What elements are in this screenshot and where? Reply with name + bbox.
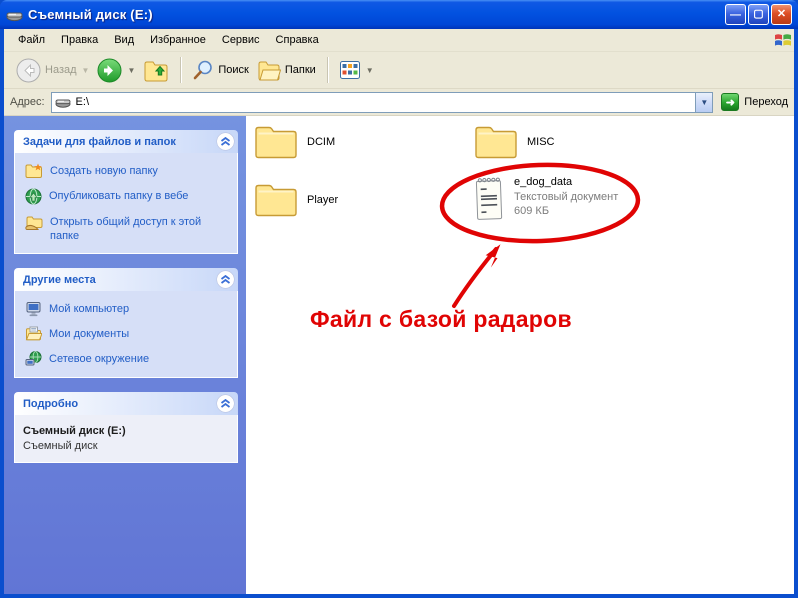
annotation-text: Файл с базой радаров [310, 306, 572, 332]
text-document-icon [473, 175, 505, 222]
panel-details: Подробно Съемный диск (E:) Съемный диск [14, 392, 238, 463]
menu-help[interactable]: Справка [268, 31, 327, 49]
folder-icon [254, 124, 298, 159]
new-folder-icon [25, 163, 43, 178]
menu-bar: Файл Правка Вид Избранное Сервис Справка [4, 29, 794, 52]
chevron-up-icon[interactable] [217, 133, 234, 150]
folders-button[interactable]: Папки [253, 57, 320, 83]
forward-button[interactable]: ▼ [93, 56, 139, 85]
removable-disk-icon [6, 8, 23, 22]
my-computer-icon [25, 301, 42, 317]
place-label: Мои документы [49, 328, 130, 341]
window-title: Съемный диск (E:) [28, 7, 153, 22]
menu-view[interactable]: Вид [106, 31, 142, 49]
task-label: Открыть общий доступ к этой папке [50, 215, 202, 242]
task-label: Создать новую папку [50, 165, 158, 177]
menu-file[interactable]: Файл [10, 31, 53, 49]
search-label: Поиск [218, 64, 249, 76]
go-button[interactable]: ➜ Переход [721, 93, 788, 111]
panel-other-places-header[interactable]: Другие места [14, 268, 238, 292]
folder-tile-player[interactable]: Player [254, 182, 469, 217]
panel-title: Подробно [23, 397, 79, 410]
folder-tile-misc[interactable]: MISC [474, 124, 689, 159]
title-bar: Съемный диск (E:) — ▢ ✕ [0, 0, 798, 29]
views-dropdown-icon[interactable]: ▼ [366, 66, 374, 75]
content-area: Задачи для файлов и папок Создать новую … [4, 116, 794, 594]
folders-label: Папки [284, 64, 316, 76]
place-label: Мой компьютер [49, 303, 130, 316]
folder-name: MISC [527, 135, 555, 148]
address-label: Адрес: [10, 96, 45, 108]
address-dropdown-button[interactable]: ▼ [695, 92, 713, 112]
menu-favorites[interactable]: Избранное [142, 31, 214, 49]
task-share-folder[interactable]: Открыть общий доступ к этой папке [25, 214, 231, 244]
folder-icon [474, 124, 518, 159]
back-label: Назад [45, 64, 77, 76]
my-documents-icon [25, 326, 42, 341]
removable-disk-icon [55, 96, 71, 108]
forward-dropdown-icon[interactable]: ▼ [127, 66, 135, 75]
link-network-places[interactable]: Сетевое окружение [25, 351, 231, 367]
file-size: 609 КБ [514, 205, 550, 218]
place-label: Сетевое окружение [49, 353, 150, 365]
network-icon [25, 351, 42, 367]
folders-icon [257, 59, 281, 81]
back-icon [16, 58, 41, 83]
toolbar-separator [180, 57, 182, 83]
panel-title: Задачи для файлов и папок [23, 135, 176, 148]
details-title: Съемный диск (E:) [23, 425, 126, 437]
address-bar: Адрес: E:\ ▼ ➜ Переход [4, 89, 794, 116]
file-name: e_dog_data [514, 176, 573, 188]
annotation-arrowhead [485, 244, 501, 268]
folder-name: Player [307, 193, 339, 206]
go-arrow-icon: ➜ [721, 93, 740, 111]
up-button[interactable] [139, 56, 173, 84]
details-subtitle: Съемный диск [23, 440, 98, 452]
task-label: Опубликовать папку в вебе [49, 189, 189, 202]
task-publish-web[interactable]: Опубликовать папку в вебе [25, 188, 231, 205]
folder-up-icon [143, 58, 169, 82]
views-button[interactable]: ▼ [335, 58, 378, 82]
address-value: E:\ [75, 96, 89, 108]
views-icon [339, 60, 361, 80]
windows-logo-icon [774, 31, 792, 49]
address-combo[interactable]: E:\ ▼ [50, 91, 714, 113]
chevron-up-icon[interactable] [217, 271, 234, 289]
panel-details-header[interactable]: Подробно [14, 392, 238, 415]
search-button[interactable]: Поиск [188, 57, 252, 83]
toolbar-separator [326, 57, 328, 83]
annotation-arrow [452, 247, 498, 308]
menu-edit[interactable]: Правка [53, 31, 106, 49]
share-folder-icon [25, 214, 43, 230]
task-pane-sidebar: Задачи для файлов и папок Создать новую … [4, 116, 246, 594]
explorer-window: Съемный диск (E:) — ▢ ✕ Файл Правка Вид … [0, 0, 798, 598]
publish-web-icon [25, 188, 42, 205]
folder-icon [254, 182, 298, 217]
panel-title: Другие места [23, 273, 96, 286]
forward-icon [97, 58, 122, 83]
panel-file-tasks-header[interactable]: Задачи для файлов и папок [14, 130, 238, 153]
chevron-up-icon[interactable] [217, 395, 234, 412]
maximize-button[interactable]: ▢ [748, 4, 769, 25]
go-label: Переход [744, 96, 788, 108]
file-tile-e-dog-data[interactable]: e_dog_data Текстовый документ 609 КБ [474, 176, 704, 222]
task-create-folder[interactable]: Создать новую папку [25, 163, 231, 179]
menu-tools[interactable]: Сервис [214, 31, 268, 49]
link-my-computer[interactable]: Мой компьютер [25, 301, 231, 317]
close-button[interactable]: ✕ [771, 4, 792, 25]
toolbar: Назад ▼ ▼ Поиск Папки ▼ [4, 52, 794, 89]
search-icon [192, 59, 214, 81]
folder-tile-dcim[interactable]: DCIM [254, 124, 469, 159]
panel-other-places: Другие места Мой компьютер Мои документы… [14, 268, 238, 378]
folder-name: DCIM [307, 135, 336, 148]
back-button[interactable]: Назад ▼ [12, 56, 93, 85]
panel-file-tasks: Задачи для файлов и папок Создать новую … [14, 130, 238, 255]
file-list-area: DCIM MISC Player e_dog_data Текстовый до… [246, 116, 794, 594]
link-my-documents[interactable]: Мои документы [25, 326, 231, 342]
file-type: Текстовый документ [514, 191, 619, 203]
back-dropdown-icon[interactable]: ▼ [82, 66, 90, 75]
minimize-button[interactable]: — [725, 4, 746, 25]
